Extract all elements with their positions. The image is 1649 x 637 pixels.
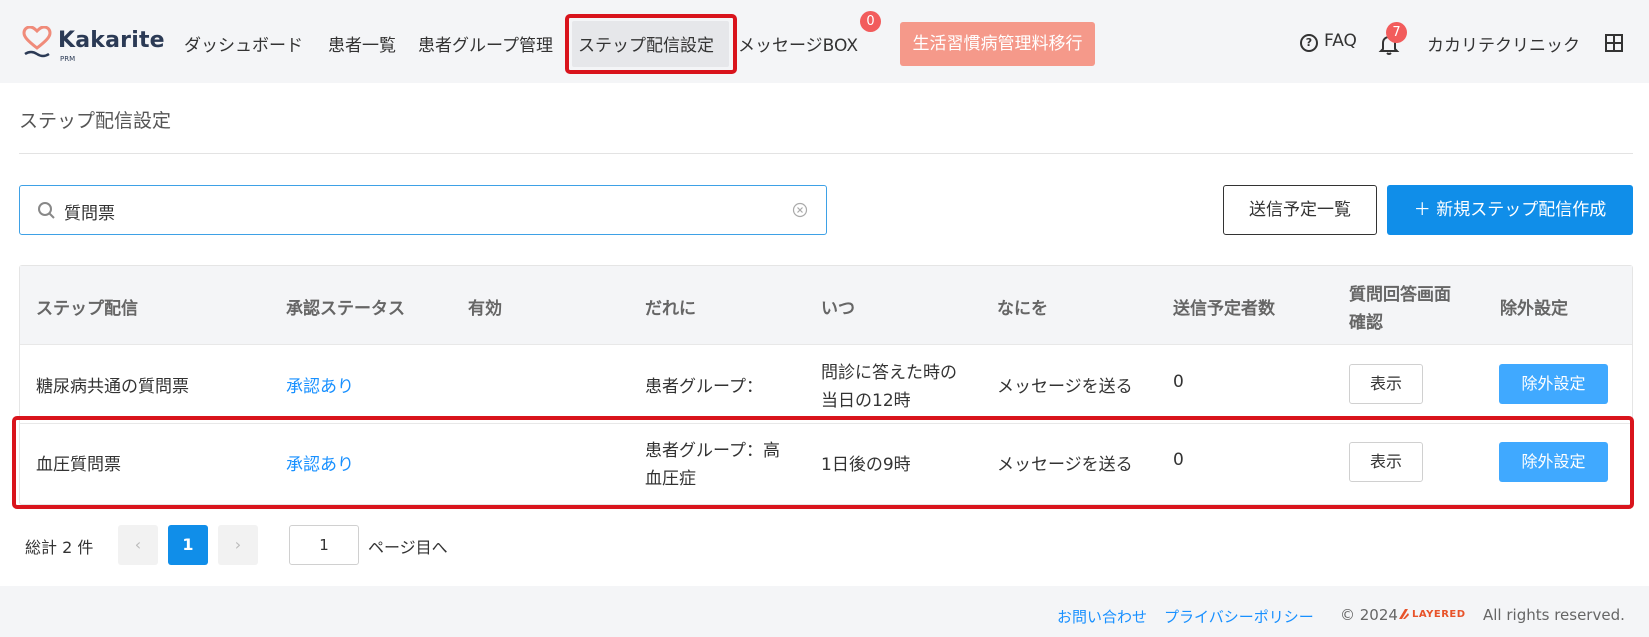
col-answer-screen-confirm: 確認 — [1349, 313, 1383, 333]
row-when: 問診に答えた時の — [821, 363, 957, 383]
table-header: ステップ配信 承認ステータス 有効 だれに いつ なにを 送信予定者数 質問回答… — [20, 266, 1632, 345]
schedule-list-button[interactable]: 送信予定一覧 — [1223, 185, 1377, 235]
all-rights: All rights reserved. — [1483, 606, 1625, 624]
row-who: 患者グループ： — [645, 377, 763, 397]
logo-sub: PRM — [60, 55, 76, 63]
total-count: 総計 2 件 — [25, 538, 94, 557]
col-approval-status: 承認ステータス — [286, 299, 405, 319]
row-what: メッセージを送る — [997, 377, 1133, 397]
migration-button[interactable]: 生活習慣病管理料移行 — [900, 22, 1095, 66]
row-count: 0 — [1173, 372, 1184, 392]
search-box[interactable] — [19, 185, 827, 235]
row-when-2: 当日の12時 — [821, 391, 911, 411]
col-exclusion: 除外設定 — [1500, 299, 1568, 319]
layered-logo-icon — [1399, 609, 1409, 619]
col-scheduled-count: 送信予定者数 — [1173, 299, 1275, 319]
message-count-badge: 0 — [860, 11, 881, 32]
heart-logo-icon — [22, 26, 52, 58]
col-answer-screen: 質問回答画面 — [1349, 285, 1451, 305]
row-status-link[interactable]: 承認あり — [286, 372, 354, 397]
nav-patient-groups[interactable]: 患者グループ管理 — [418, 31, 553, 56]
col-enabled: 有効 — [468, 299, 502, 319]
logo-name: Kakarite — [58, 28, 165, 53]
col-what: なにを — [997, 299, 1048, 319]
logo[interactable]: Kakarite PRM — [22, 26, 165, 66]
help-circle-icon[interactable]: ? — [1300, 34, 1318, 52]
new-step-delivery-button[interactable]: ＋ 新規ステップ配信作成 — [1387, 185, 1633, 235]
page-jump-label: ページ目へ — [368, 538, 448, 557]
copyright: © 2024 — [1340, 606, 1398, 624]
clinic-name[interactable]: カカリテクリニック — [1427, 31, 1580, 56]
clear-icon[interactable] — [792, 202, 808, 218]
nav-patients[interactable]: 患者一覧 — [328, 31, 396, 56]
title-divider — [19, 153, 1633, 154]
highlight-nav-box — [565, 14, 737, 74]
row-name: 糖尿病共通の質問票 — [36, 377, 189, 397]
next-page-button[interactable]: › — [218, 525, 258, 565]
top-header: Kakarite PRM ダッシュボード 患者一覧 患者グループ管理 ステップ配… — [0, 0, 1649, 83]
search-icon — [38, 202, 55, 219]
nav-dashboard[interactable]: ダッシュボード — [184, 31, 303, 56]
page-title: ステップ配信設定 — [19, 110, 172, 132]
col-when: いつ — [821, 299, 855, 319]
faq-link[interactable]: FAQ — [1324, 31, 1357, 51]
nav-message-box[interactable]: メッセージBOX — [738, 31, 858, 56]
show-button[interactable]: 表示 — [1349, 364, 1423, 404]
footer-brand: LAYERED — [1412, 609, 1466, 620]
highlight-row-box — [12, 416, 1634, 509]
col-step-delivery: ステップ配信 — [36, 299, 138, 319]
prev-page-button[interactable]: ‹ — [118, 525, 158, 565]
exclude-button[interactable]: 除外設定 — [1499, 364, 1608, 404]
page-jump-input[interactable]: 1 — [289, 525, 359, 565]
grid-icon[interactable] — [1605, 34, 1623, 52]
contact-link[interactable]: お問い合わせ — [1057, 606, 1147, 627]
col-who: だれに — [645, 299, 696, 319]
privacy-link[interactable]: プライバシーポリシー — [1164, 606, 1314, 627]
page-1-button[interactable]: 1 — [168, 525, 208, 565]
notification-badge: 7 — [1386, 22, 1407, 43]
search-input[interactable] — [64, 197, 744, 225]
